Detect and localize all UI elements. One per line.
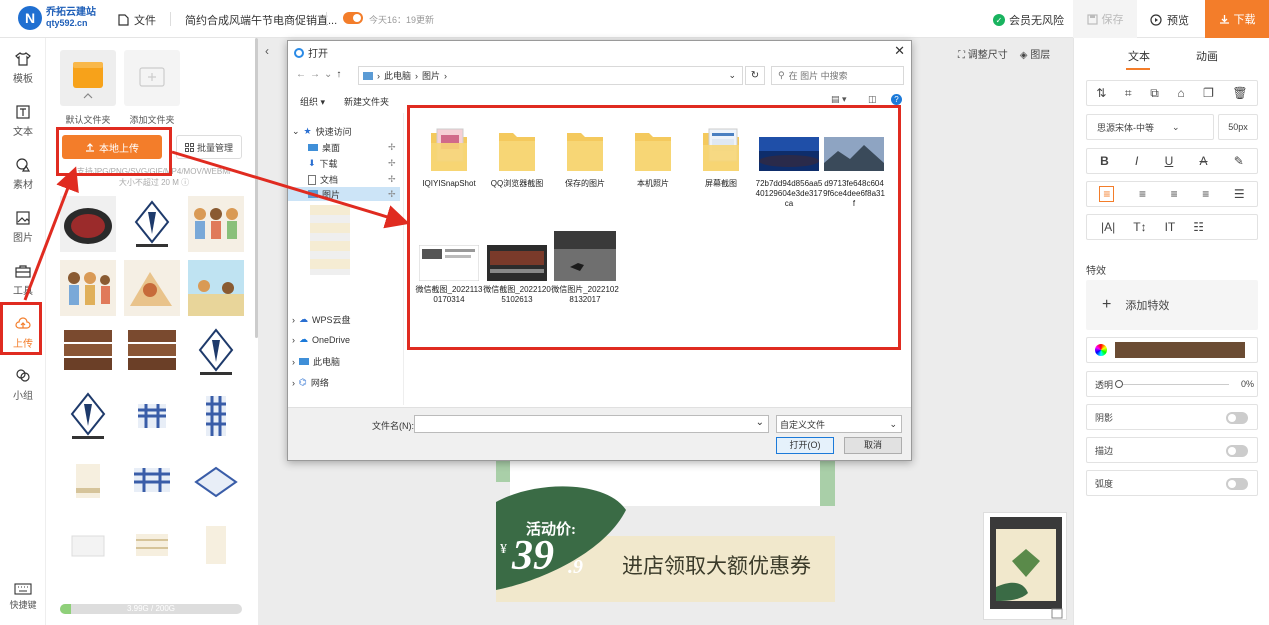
arrow-to-upload-button [23,166,79,301]
annotation-arrows [23,150,410,301]
arrow-to-file-list [171,150,410,229]
